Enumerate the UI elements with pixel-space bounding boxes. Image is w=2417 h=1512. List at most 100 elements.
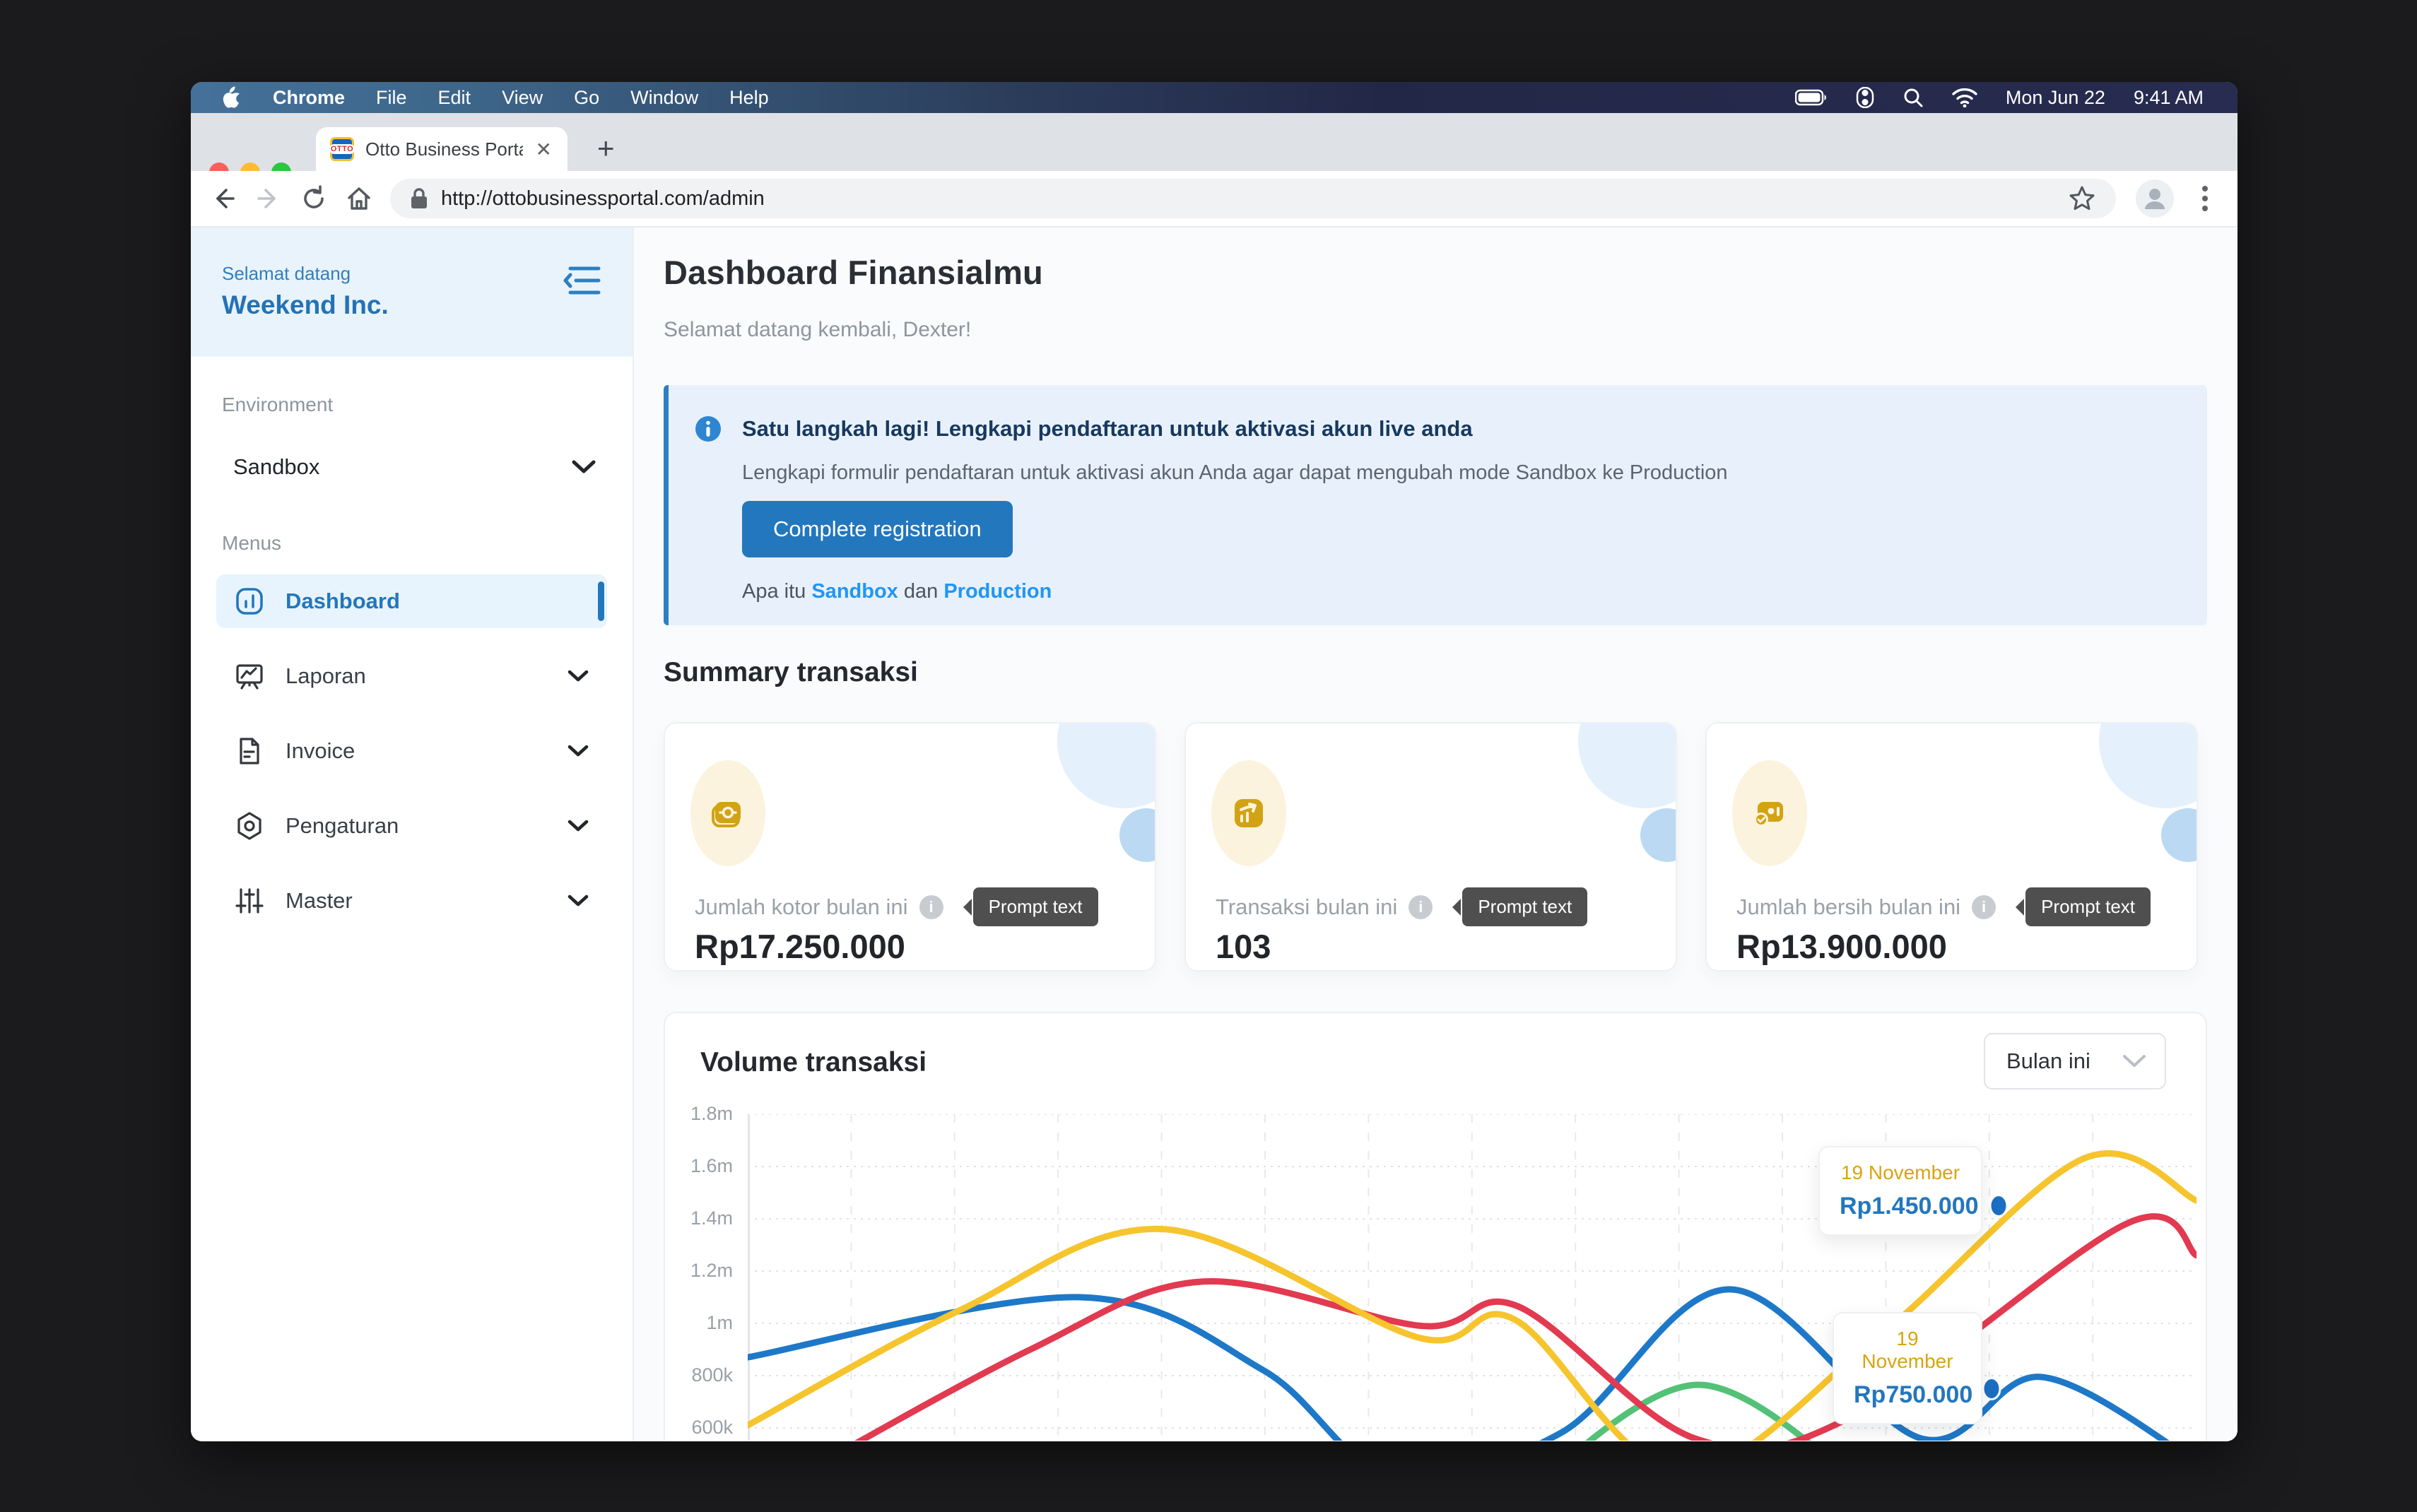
browser-toolbar: http://ottobusinessportal.com/admin (191, 171, 2237, 228)
info-icon[interactable]: i (919, 895, 943, 919)
banner-title: Satu langkah lagi! Lengkapi pendaftaran … (742, 415, 1473, 443)
menu-go[interactable]: Go (574, 87, 599, 109)
decor-circle-small (1640, 808, 1677, 862)
line-chart: 19 November Rp1.450.000 19 November Rp75… (748, 1114, 2197, 1441)
active-indicator (598, 581, 604, 621)
page-subtitle: Selamat datang kembali, Dexter! (664, 318, 971, 342)
chart-tooltip: 19 November Rp1.450.000 (1818, 1146, 1982, 1236)
profile-avatar[interactable] (2136, 179, 2174, 218)
menu-bar-time[interactable]: 9:41 AM (2134, 87, 2204, 109)
tooltip: Prompt text (973, 887, 1098, 926)
browser-window: Chrome File Edit View Go Window Help (191, 82, 2237, 1441)
summary-cards: Jumlah kotor bulan ini i Prompt text Rp1… (664, 722, 2198, 971)
bookmark-star-icon[interactable] (2068, 184, 2096, 213)
menu-file[interactable]: File (376, 87, 407, 109)
tooltip: Prompt text (2025, 887, 2151, 926)
sidebar-header: Selamat datang Weekend Inc. (191, 228, 633, 357)
menu-window[interactable]: Window (630, 87, 698, 109)
tooltip: Prompt text (1462, 887, 1587, 926)
card-net-amount: Jumlah bersih bulan ini i Prompt text Rp… (1705, 722, 2198, 971)
chevron-down-icon (572, 460, 596, 474)
collapse-sidebar-icon[interactable] (563, 264, 601, 297)
chevron-down-icon (568, 745, 589, 757)
tooltip-date: 19 November (1840, 1162, 1961, 1184)
card-label: Jumlah bersih bulan ini (1736, 894, 1960, 920)
decor-circle-small (1119, 808, 1156, 862)
sidebar-item-label: Invoice (286, 738, 546, 764)
chevron-down-icon (568, 670, 589, 683)
card-label: Jumlah kotor bulan ini (695, 894, 908, 920)
info-icon[interactable]: i (1409, 895, 1433, 919)
menus-label: Menus (191, 532, 633, 555)
control-center-icon[interactable] (1856, 87, 1874, 108)
y-axis-label: 1.4m (662, 1207, 733, 1229)
period-filter-dropdown[interactable]: Bulan ini (1984, 1033, 2166, 1089)
menu-edit[interactable]: Edit (438, 87, 471, 109)
y-axis-labels: 1.8m1.6m1.4m1.2m1m800k600k (665, 1013, 736, 1437)
menu-view[interactable]: View (502, 87, 543, 109)
sliders-icon (235, 886, 264, 916)
chevron-down-icon (2122, 1054, 2146, 1068)
complete-registration-button[interactable]: Complete registration (742, 501, 1013, 557)
card-value: 103 (1216, 927, 1271, 966)
battery-icon[interactable] (1795, 89, 1828, 106)
data-point-marker[interactable] (1990, 1195, 2007, 1217)
sidebar-item-master[interactable]: Master (216, 874, 607, 928)
tooltip-amount: Rp750.000 (1854, 1381, 1961, 1409)
period-filter-value: Bulan ini (2006, 1049, 2090, 1074)
lock-icon (410, 187, 428, 210)
home-button[interactable] (336, 184, 382, 213)
trend-icon (1228, 792, 1270, 834)
info-icon[interactable]: i (1972, 895, 1996, 919)
site-favicon: OTTO (330, 137, 354, 161)
tab-strip: OTTO Otto Business Portal ✕ + (191, 113, 2237, 171)
environment-select[interactable]: Sandbox (191, 446, 633, 488)
settings-icon (235, 811, 264, 841)
card-gross-amount: Jumlah kotor bulan ini i Prompt text Rp1… (664, 722, 1156, 971)
invoice-icon (235, 736, 264, 766)
sidebar-item-pengaturan[interactable]: Pengaturan (216, 799, 607, 853)
sandbox-link[interactable]: Sandbox (811, 580, 898, 603)
wallet-check-icon (1748, 792, 1791, 834)
decor-circle-small (2161, 808, 2198, 862)
apple-icon[interactable] (220, 85, 242, 110)
data-point-marker[interactable] (1983, 1378, 2000, 1400)
decor-circle (2099, 722, 2198, 808)
dashboard-icon (235, 586, 264, 616)
address-bar[interactable]: http://ottobusinessportal.com/admin (390, 179, 2116, 218)
wifi-icon[interactable] (1952, 88, 1977, 107)
page-title: Dashboard Finansialmu (664, 253, 1043, 292)
environment-label: Environment (191, 394, 633, 416)
sidebar-item-laporan[interactable]: Laporan (216, 649, 607, 703)
back-button[interactable] (201, 184, 246, 213)
new-tab-button[interactable]: + (597, 136, 615, 161)
y-axis-label: 1.6m (662, 1155, 733, 1177)
money-icon (707, 792, 749, 834)
production-link[interactable]: Production (943, 580, 1052, 603)
menu-bar-date[interactable]: Mon Jun 22 (2006, 87, 2105, 109)
card-value: Rp17.250.000 (695, 927, 905, 966)
tooltip-date: 19 November (1854, 1328, 1961, 1373)
sidebar: Selamat datang Weekend Inc. Environment … (191, 228, 634, 1441)
menu-app-name[interactable]: Chrome (273, 87, 345, 109)
tooltip-amount: Rp1.450.000 (1840, 1193, 1961, 1220)
company-name: Weekend Inc. (222, 290, 601, 320)
sidebar-item-invoice[interactable]: Invoice (216, 724, 607, 778)
spotlight-search-icon[interactable] (1903, 87, 1924, 108)
report-icon (235, 661, 264, 691)
tab-close-icon[interactable]: ✕ (534, 138, 553, 161)
browser-menu-icon[interactable] (2201, 183, 2209, 214)
info-icon (694, 415, 722, 443)
welcome-label: Selamat datang (222, 263, 601, 285)
forward-button[interactable] (246, 184, 291, 213)
main-content: Dashboard Finansialmu Selamat datang kem… (634, 228, 2237, 1441)
sidebar-item-label: Master (286, 888, 546, 914)
sidebar-item-dashboard[interactable]: Dashboard (216, 574, 607, 628)
macos-menu-bar: Chrome File Edit View Go Window Help (191, 82, 2237, 113)
menu-help[interactable]: Help (729, 87, 769, 109)
url-text: http://ottobusinessportal.com/admin (441, 187, 2055, 211)
browser-tab[interactable]: OTTO Otto Business Portal ✕ (316, 127, 568, 171)
reload-button[interactable] (291, 184, 336, 213)
chevron-down-icon (568, 894, 589, 907)
banner-body: Lengkapi formulir pendaftaran untuk akti… (742, 461, 1728, 485)
